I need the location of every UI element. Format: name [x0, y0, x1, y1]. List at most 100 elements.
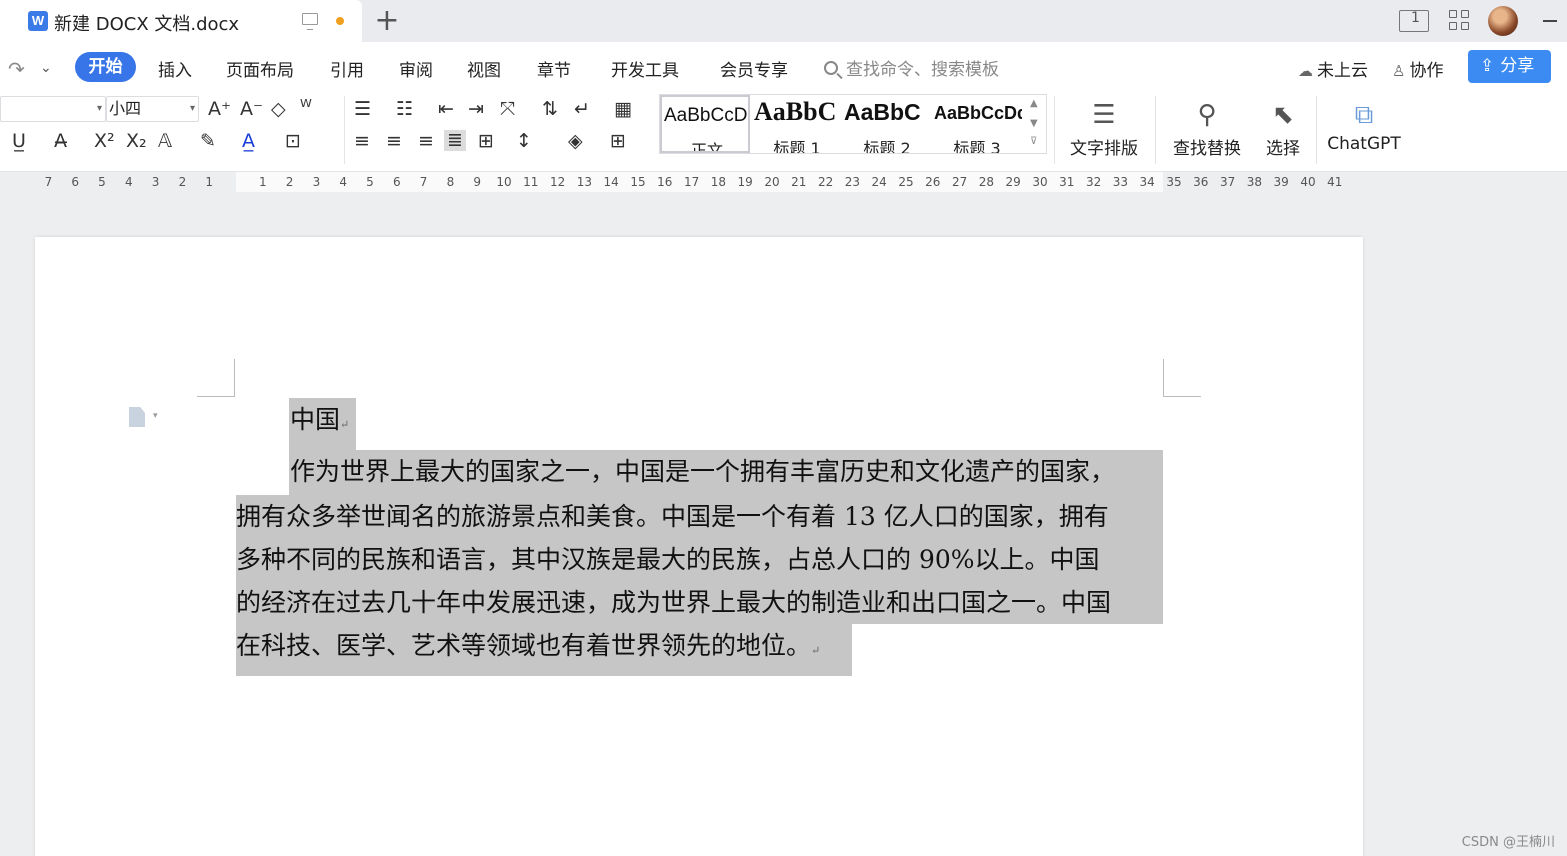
styles-scroll-down-icon[interactable]: ▼ [1030, 119, 1038, 129]
highlight-icon[interactable]: ✎ [200, 132, 216, 151]
chevron-down-icon: ▾ [189, 103, 195, 114]
document-line[interactable]: 拥有众多举世闻名的旅游景点和美食。中国是一个有着 13 亿人口的国家，拥有 [236, 495, 1109, 538]
ruler-number: 2 [178, 175, 187, 189]
text-layout-button[interactable]: ☰ 文字排版 [1062, 96, 1146, 159]
ruler-number: 32 [1085, 175, 1102, 189]
align-right-icon[interactable]: ≡ [418, 132, 434, 151]
clear-format-icon[interactable]: ◇ [271, 100, 286, 119]
subscript-icon[interactable]: X₂ [126, 132, 147, 151]
numbered-list-icon[interactable]: ☷ [396, 100, 413, 119]
person-add-icon: ♙ [1392, 62, 1406, 80]
select-button[interactable]: ⬉ 选择 [1256, 96, 1310, 159]
ruler-number: 38 [1246, 175, 1263, 189]
font-color-icon[interactable]: A̲ [242, 132, 255, 151]
table-icon[interactable]: ▦ [614, 100, 632, 119]
text-effect-icon[interactable]: 𝔸 [158, 132, 172, 151]
style-heading-2[interactable]: AaBbC 标题 2 [842, 95, 932, 153]
apps-grid-icon[interactable] [1449, 10, 1471, 32]
sort-icon[interactable]: ⇅ [542, 100, 558, 119]
menu-tab-insert[interactable]: 插入 [158, 56, 192, 81]
style-heading-1[interactable]: AaBbC 标题 1 [752, 95, 842, 153]
share-button[interactable]: ⇪ 分享 [1468, 50, 1551, 83]
ruler-number: 19 [737, 175, 753, 189]
monitor-icon[interactable] [302, 13, 318, 30]
ribbon-separator [1316, 96, 1317, 164]
show-marks-icon[interactable]: ↵ [574, 100, 590, 119]
styles-expand-icon[interactable]: ⊽ [1030, 137, 1037, 147]
unsaved-dot-icon [336, 17, 344, 25]
menu-tab-home[interactable]: 开始 [75, 52, 136, 82]
new-tab-button[interactable]: + [374, 4, 400, 38]
ribbon-toolbar: ▾ 小四 ▾ A⁺ A⁻ ◇ ᵂ U̲ A̶ X² X₂ 𝔸 ✎ A̲ ⊡ ☰ ☷… [0, 92, 1567, 172]
styles-scroll-up-icon[interactable]: ▲ [1030, 99, 1038, 109]
line-spacing-icon[interactable]: ↕ [516, 132, 532, 151]
cloud-status-button[interactable]: ☁ 未上云 [1298, 56, 1368, 81]
layout-label: 1 [1411, 10, 1420, 26]
style-heading-3[interactable]: AaBbCcDd 标题 3 [932, 95, 1022, 153]
user-avatar[interactable] [1488, 6, 1518, 36]
distributed-align-icon[interactable]: ⊞ [478, 132, 494, 151]
document-line[interactable]: 作为世界上最大的国家之一，中国是一个拥有丰富历史和文化遗产的国家， [290, 450, 1115, 493]
command-search[interactable]: 查找命令、搜索模板 [824, 55, 999, 80]
chevron-down-icon[interactable]: ▾ [153, 411, 158, 421]
borders-icon[interactable]: ⊞ [610, 132, 626, 151]
ruler-number: 25 [898, 175, 914, 189]
font-name-select[interactable]: ▾ [0, 96, 106, 122]
char-border-icon[interactable]: ⊡ [285, 132, 301, 151]
shading-icon[interactable]: ◈ [568, 132, 583, 151]
chevron-down-icon: ▾ [96, 103, 102, 114]
style-heading-1-sample: AaBbC [754, 97, 837, 126]
grow-font-icon[interactable]: A⁺ [208, 100, 231, 119]
align-center-icon[interactable]: ≡ [386, 132, 402, 151]
chevron-down-icon[interactable]: ⌄ [40, 60, 52, 76]
ruler-number: 39 [1273, 175, 1289, 189]
document-line[interactable]: 多种不同的民族和语言，其中汉族是最大的民族，占总人口的 90%以上。中国 [236, 538, 1100, 581]
ruler-number: 22 [817, 175, 834, 189]
phonetic-guide-icon[interactable]: ᵂ [300, 98, 312, 117]
minimize-icon[interactable] [1543, 20, 1557, 22]
strikethrough-icon[interactable]: A̶ [54, 132, 67, 151]
document-page[interactable]: ▾ 中国↵ 作为世界上最大的国家之一，中国是一个拥有丰富历史和文化遗产的国家， … [35, 237, 1363, 856]
document-tab[interactable]: W 新建 DOCX 文档.docx [0, 0, 362, 42]
collaborate-button[interactable]: ♙ 协作 [1392, 56, 1443, 81]
bullet-list-icon[interactable]: ☰ [354, 100, 371, 119]
style-normal[interactable]: AaBbCcDd 正文 [660, 95, 750, 153]
chinese-layout-icon[interactable]: ⤧ [500, 100, 515, 119]
menu-tab-section[interactable]: 章节 [537, 56, 571, 81]
horizontal-ruler[interactable]: 7 6 5 4 3 2 1 1 2 3 4 5 6 7 8 9 10 11 12 13 14 15 16 17 18 19 20 21… [0, 172, 1567, 192]
justify-icon[interactable]: ≣ [444, 130, 466, 151]
superscript-icon[interactable]: X² [94, 132, 115, 151]
layout-toggle-icon[interactable]: 1 [1399, 10, 1429, 32]
redo-icon[interactable]: ↷ [8, 57, 25, 81]
ruler-number: 3 [151, 175, 160, 189]
document-line[interactable]: 的经济在过去几十年中发展迅速，成为世界上最大的制造业和出口国之一。中国 [236, 581, 1111, 624]
align-left-icon[interactable]: ≡ [354, 132, 370, 151]
ruler-number: 9 [473, 175, 481, 189]
increase-indent-icon[interactable]: ⇥ [468, 100, 484, 119]
decrease-indent-icon[interactable]: ⇤ [438, 100, 454, 119]
ruler-number: 1 [205, 175, 213, 189]
ruler-number: 8 [446, 175, 455, 189]
menu-tab-review[interactable]: 审阅 [399, 56, 433, 81]
underline-icon[interactable]: U̲ [12, 132, 26, 151]
document-last-line[interactable]: 在科技、医学、艺术等领域也有着世界领先的地位。↵ [236, 624, 820, 672]
menu-tab-developer[interactable]: 开发工具 [611, 56, 679, 81]
ruler-number: 23 [844, 175, 861, 189]
chatgpt-button[interactable]: ⧉ ChatGPT [1326, 96, 1402, 154]
font-size-select[interactable]: 小四 ▾ [106, 96, 199, 122]
menu-tab-references[interactable]: 引用 [330, 56, 364, 81]
menu-tab-view[interactable]: 视图 [467, 56, 501, 81]
menu-tab-page-layout[interactable]: 页面布局 [226, 56, 294, 81]
ruler-number: 18 [710, 175, 727, 189]
find-replace-button[interactable]: ⚲ 查找替换 [1166, 96, 1248, 159]
document-outline-icon[interactable] [129, 407, 145, 427]
collaborate-label: 协作 [1409, 61, 1444, 81]
shrink-font-icon[interactable]: A⁻ [240, 100, 263, 119]
menu-tab-membership[interactable]: 会员专享 [720, 56, 788, 81]
ruler-number: 20 [764, 175, 780, 189]
document-heading[interactable]: 中国↵ [290, 398, 349, 446]
title-bar: W 新建 DOCX 文档.docx + 1 [0, 0, 1567, 42]
ribbon-separator [1155, 96, 1156, 164]
document-heading-text: 中国 [290, 405, 341, 434]
magnifier-icon: ⚲ [1197, 100, 1217, 130]
